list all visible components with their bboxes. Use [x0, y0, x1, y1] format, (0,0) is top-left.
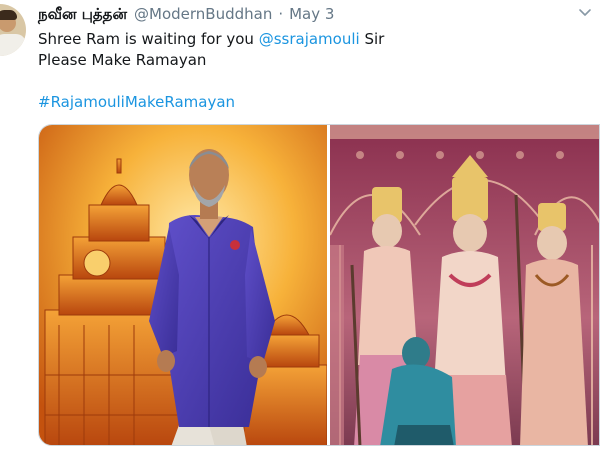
author-name[interactable]: நவீன புத்தன்: [38, 5, 127, 25]
author-avatar[interactable]: [0, 4, 26, 56]
tweet-media: [38, 124, 600, 446]
avatar-shirt: [0, 34, 26, 56]
header-separator: ·: [278, 5, 284, 23]
man-before-temple-image: [39, 125, 327, 445]
mention-link[interactable]: @ssrajamouli: [259, 30, 360, 48]
ramayan-tableau-image: [330, 125, 599, 445]
media-image-left[interactable]: [39, 125, 327, 445]
tweet-header: நவீன புத்தன் @ModernBuddhan · May 3: [38, 5, 334, 25]
media-image-right[interactable]: [330, 125, 599, 445]
hashtag-line: #RajamouliMakeRamayan: [38, 93, 235, 111]
hashtag-link[interactable]: #RajamouliMakeRamayan: [38, 93, 235, 111]
tweet-text-line2: Please Make Ramayan: [38, 51, 207, 69]
tweet-text: Shree Ram is waiting for you @ssrajamoul…: [38, 29, 384, 71]
tweet-text-line1: Shree Ram is waiting for you @ssrajamoul…: [38, 29, 384, 50]
author-handle[interactable]: @ModernBuddhan: [134, 5, 272, 23]
tweet-date[interactable]: May 3: [289, 5, 334, 23]
tweet-text-suffix: Sir: [359, 30, 385, 48]
avatar-hair: [0, 10, 17, 20]
tweet-text-prefix: Shree Ram is waiting for you: [38, 30, 259, 48]
chevron-down-icon[interactable]: [576, 4, 594, 22]
